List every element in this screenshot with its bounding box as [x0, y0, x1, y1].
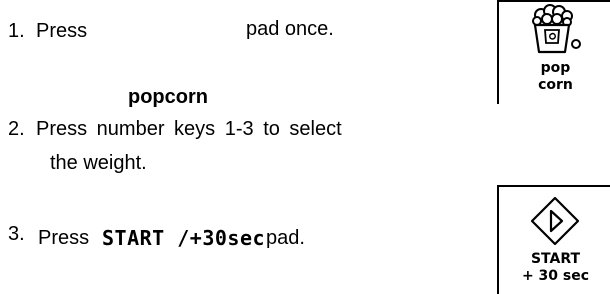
popcorn-bag-icon: [532, 4, 581, 54]
start-pad: START + 30 sec: [497, 185, 610, 294]
step-3-rest: pad.: [266, 227, 305, 249]
step-1-number: 1.: [8, 20, 25, 42]
popcorn-label-line2: corn: [538, 77, 573, 93]
diamond-play-icon: [530, 196, 580, 246]
popcorn-label-line1: pop: [540, 60, 571, 76]
start-key-name: START /+30sec: [102, 226, 266, 250]
step-3-press: Press: [38, 227, 90, 249]
start-label-line2: + 30 sec: [521, 268, 590, 284]
step-2-line2: the weight.: [50, 152, 147, 174]
popcorn-pad: pop corn: [497, 0, 610, 104]
step-1-rest: pad once.: [246, 18, 334, 40]
step-3-number: 3.: [8, 223, 25, 245]
step-1-press: Press: [36, 20, 88, 42]
step-2-number: 2.: [8, 118, 25, 140]
step-2-line1: Press number keys 1-3 to select: [36, 118, 342, 140]
popcorn-caption: popcorn: [128, 86, 208, 108]
start-label-line1: START: [530, 251, 581, 267]
